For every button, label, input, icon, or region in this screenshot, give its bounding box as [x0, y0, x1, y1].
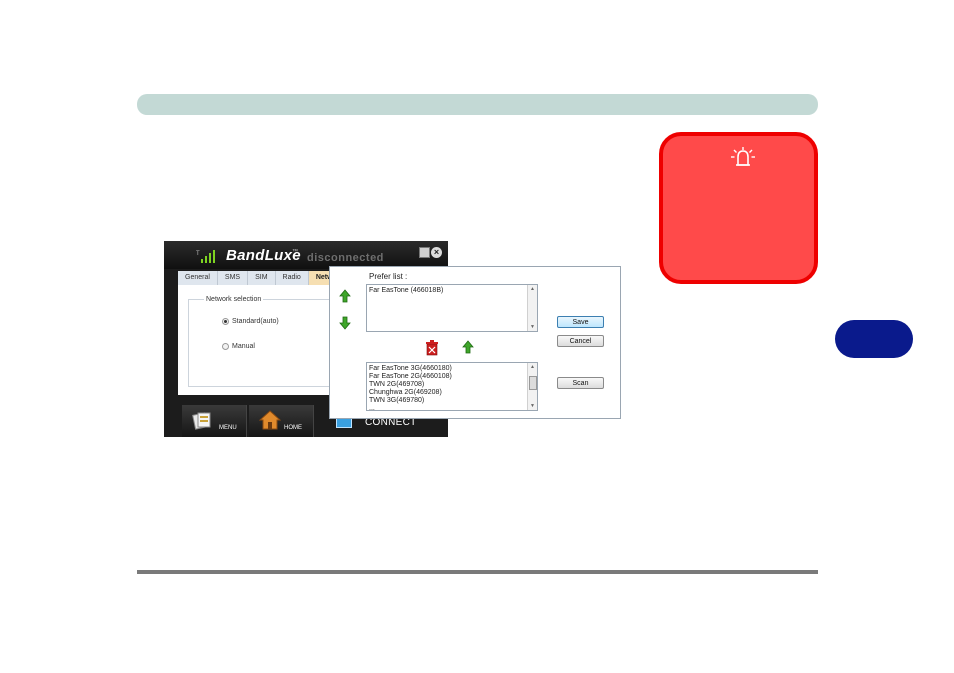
- menu-button[interactable]: MENU: [182, 405, 247, 437]
- scan-button[interactable]: Scan: [557, 377, 604, 389]
- move-down-arrow-icon[interactable]: [339, 316, 351, 330]
- app-titlebar: T BandLuxe ™ disconnected ×: [164, 241, 448, 269]
- network-panel: Network selection Standard(auto) Manual: [178, 285, 340, 395]
- home-icon: [259, 410, 281, 430]
- prefer-scrollbar[interactable]: ▲ ▼: [527, 285, 537, 331]
- network-selection-label: Network selection: [204, 296, 264, 303]
- standard-auto-option[interactable]: Standard(auto): [222, 318, 279, 325]
- list-item[interactable]: Chunghwa 2G(469208): [367, 389, 537, 397]
- list-item[interactable]: Far EasTone (466018B): [367, 287, 537, 295]
- scroll-up-icon[interactable]: ▲: [529, 286, 536, 292]
- list-item[interactable]: TWN 2G(469708): [367, 381, 537, 389]
- network-selection-group: [188, 299, 340, 387]
- app-brand: BandLuxe: [226, 247, 301, 264]
- list-item[interactable]: Far EasTone 3G(4660180): [367, 365, 537, 373]
- trademark-mark: ™: [292, 249, 298, 255]
- chapter-header-bar: [137, 94, 818, 115]
- prefer-list-label: Prefer list :: [369, 272, 408, 281]
- alarm-bell-icon: [731, 147, 755, 166]
- delete-icon[interactable]: [425, 340, 439, 356]
- menu-label: MENU: [219, 425, 237, 431]
- manual-label: Manual: [232, 343, 255, 350]
- list-item[interactable]: Far EasTone 2G(4660108): [367, 373, 537, 381]
- home-button[interactable]: HOME: [249, 405, 314, 437]
- minimize-button[interactable]: [419, 247, 430, 258]
- manual-radio[interactable]: [222, 343, 229, 350]
- move-up-arrow-icon[interactable]: [339, 289, 351, 303]
- tab-sms[interactable]: SMS: [218, 271, 249, 285]
- menu-icon: [192, 412, 211, 430]
- tab-general[interactable]: General: [178, 271, 218, 285]
- standard-auto-radio[interactable]: [222, 318, 229, 325]
- warning-box: [659, 132, 818, 284]
- tab-sim[interactable]: SIM: [248, 271, 276, 285]
- chapter-tab: [835, 320, 913, 358]
- list-item[interactable]: ...: [367, 405, 537, 410]
- scroll-thumb[interactable]: [529, 376, 537, 390]
- list-item[interactable]: TWN 3G(469780): [367, 397, 537, 405]
- available-networks-listbox[interactable]: Far EasTone 3G(4660180) Far EasTone 2G(4…: [366, 362, 538, 411]
- available-scrollbar[interactable]: ▲ ▼: [527, 363, 537, 410]
- settings-tabs: General SMS SIM Radio Network: [178, 271, 352, 285]
- connection-status: disconnected: [307, 252, 384, 264]
- prefer-listbox[interactable]: Far EasTone (466018B) ▲ ▼: [366, 284, 538, 332]
- prefer-list-dialog: Prefer list : Far EasTone (466018B) ▲ ▼ …: [329, 266, 621, 419]
- manual-option[interactable]: Manual: [222, 343, 255, 350]
- standard-auto-label: Standard(auto): [232, 318, 279, 325]
- scroll-down-icon[interactable]: ▼: [529, 403, 536, 409]
- home-label: HOME: [284, 425, 302, 431]
- save-button[interactable]: Save: [557, 316, 604, 328]
- footer-rule: [137, 570, 818, 574]
- signal-strength-icon: T: [196, 250, 215, 263]
- svg-text:T: T: [196, 251, 200, 257]
- add-to-prefer-arrow-icon[interactable]: [462, 340, 474, 354]
- scroll-up-icon[interactable]: ▲: [529, 364, 536, 370]
- scroll-down-icon[interactable]: ▼: [529, 324, 536, 330]
- close-button[interactable]: ×: [431, 247, 442, 258]
- tab-radio[interactable]: Radio: [276, 271, 309, 285]
- cancel-button[interactable]: Cancel: [557, 335, 604, 347]
